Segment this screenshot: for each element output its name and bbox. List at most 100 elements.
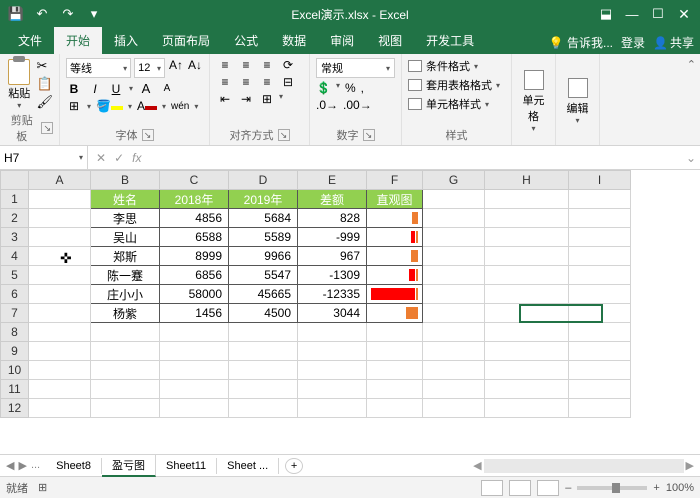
number-format-select[interactable]: 常规▾ <box>316 58 395 78</box>
cell[interactable]: 9966 <box>229 247 298 266</box>
redo-icon[interactable]: ↷ <box>56 2 80 26</box>
cell[interactable] <box>485 399 569 418</box>
cell[interactable] <box>485 285 569 304</box>
zoom-in[interactable]: + <box>653 482 659 494</box>
cell[interactable] <box>569 323 631 342</box>
editing-button[interactable]: 编辑▾ <box>567 76 589 125</box>
bold-button[interactable]: B <box>66 82 82 96</box>
cell[interactable] <box>569 304 631 323</box>
font-launcher[interactable]: ↘ <box>142 129 154 141</box>
align-right-icon[interactable]: ≡ <box>258 75 274 89</box>
tab-view[interactable]: 视图 <box>366 27 414 54</box>
tab-formulas[interactable]: 公式 <box>222 27 270 54</box>
cell[interactable] <box>160 361 229 380</box>
align-top-icon[interactable]: ≡ <box>216 58 232 72</box>
cell[interactable]: 4856 <box>160 209 229 228</box>
cell[interactable] <box>423 190 485 209</box>
cell[interactable] <box>423 323 485 342</box>
cell[interactable]: 庄小小 <box>91 285 160 304</box>
tab-layout[interactable]: 页面布局 <box>150 27 222 54</box>
cell[interactable]: 2018年 <box>160 190 229 209</box>
cancel-icon[interactable]: ✕ <box>96 151 106 165</box>
cell[interactable] <box>229 361 298 380</box>
col-header[interactable]: A <box>29 171 91 190</box>
collapse-ribbon-icon[interactable]: ⌃ <box>687 58 696 71</box>
col-header[interactable]: E <box>298 171 367 190</box>
cell[interactable] <box>423 285 485 304</box>
hscroll-right[interactable]: ▶ <box>686 459 694 473</box>
cell[interactable]: 1456 <box>160 304 229 323</box>
cell[interactable] <box>298 361 367 380</box>
undo-icon[interactable]: ↶ <box>30 2 54 26</box>
status-acc-icon[interactable]: ⊞ <box>38 481 47 494</box>
shrink-font-icon[interactable]: A↓ <box>187 58 203 78</box>
row-header[interactable]: 4 <box>1 247 29 266</box>
align-bottom-icon[interactable]: ≡ <box>258 58 274 72</box>
zoom-slider[interactable] <box>577 486 647 490</box>
cell[interactable] <box>229 399 298 418</box>
merge-icon[interactable]: ⊞ <box>258 92 274 106</box>
spreadsheet-grid[interactable]: ABCDEFGHI1姓名2018年2019年差额直观图2李思4856568482… <box>0 170 631 418</box>
cell[interactable] <box>485 266 569 285</box>
cell[interactable] <box>367 266 423 285</box>
sheet-nav-more[interactable]: ... <box>31 459 40 472</box>
align-launcher[interactable]: ↘ <box>278 129 290 141</box>
cell[interactable]: 8999 <box>160 247 229 266</box>
cell[interactable] <box>569 190 631 209</box>
row-header[interactable]: 5 <box>1 266 29 285</box>
cell[interactable] <box>569 361 631 380</box>
cell[interactable] <box>423 247 485 266</box>
view-break-icon[interactable] <box>537 480 559 496</box>
cell[interactable]: 5684 <box>229 209 298 228</box>
cell[interactable] <box>29 399 91 418</box>
underline-button[interactable]: U <box>108 82 124 96</box>
cell[interactable] <box>569 266 631 285</box>
save-icon[interactable]: 💾 <box>4 2 28 26</box>
cell[interactable] <box>298 399 367 418</box>
cell[interactable] <box>485 380 569 399</box>
cell[interactable] <box>29 380 91 399</box>
cell[interactable] <box>423 266 485 285</box>
cell[interactable]: 3044 <box>298 304 367 323</box>
italic-button[interactable]: I <box>87 82 103 96</box>
tab-developer[interactable]: 开发工具 <box>414 27 486 54</box>
hscrollbar[interactable] <box>484 459 684 473</box>
col-header[interactable]: F <box>367 171 423 190</box>
cell[interactable]: -999 <box>298 228 367 247</box>
cell[interactable] <box>423 209 485 228</box>
col-header[interactable]: B <box>91 171 160 190</box>
col-header[interactable]: C <box>160 171 229 190</box>
row-header[interactable]: 7 <box>1 304 29 323</box>
fill-color-icon[interactable]: 🪣 <box>96 99 123 113</box>
tab-review[interactable]: 审阅 <box>318 27 366 54</box>
table-format-button[interactable]: 套用表格格式 ▾ <box>408 77 505 93</box>
cell[interactable]: 45665 <box>229 285 298 304</box>
expand-fbar-icon[interactable]: ⌄ <box>682 151 700 165</box>
cell[interactable] <box>29 361 91 380</box>
cell[interactable] <box>367 399 423 418</box>
cell[interactable] <box>160 323 229 342</box>
cell[interactable] <box>485 247 569 266</box>
cell[interactable] <box>485 228 569 247</box>
copy-icon[interactable]: 📋 <box>36 76 53 92</box>
cell[interactable]: 5589 <box>229 228 298 247</box>
cell[interactable] <box>91 399 160 418</box>
cell[interactable] <box>423 361 485 380</box>
cell[interactable] <box>229 342 298 361</box>
cell[interactable] <box>91 361 160 380</box>
cell[interactable] <box>29 209 91 228</box>
sheet-tab-active[interactable]: 盈亏图 <box>102 454 156 477</box>
sheet-nav-next[interactable]: ▶ <box>18 459 26 472</box>
cut-icon[interactable]: ✂ <box>36 58 53 74</box>
tell-me[interactable]: 💡 告诉我... <box>549 34 613 51</box>
cell[interactable] <box>569 209 631 228</box>
cell[interactable] <box>160 380 229 399</box>
cell[interactable]: 58000 <box>160 285 229 304</box>
align-left-icon[interactable]: ≡ <box>216 75 232 89</box>
cell[interactable]: 吴山 <box>91 228 160 247</box>
cell[interactable] <box>91 380 160 399</box>
cell[interactable] <box>485 209 569 228</box>
enter-icon[interactable]: ✓ <box>114 151 124 165</box>
select-all[interactable] <box>1 171 29 190</box>
cell[interactable] <box>367 247 423 266</box>
